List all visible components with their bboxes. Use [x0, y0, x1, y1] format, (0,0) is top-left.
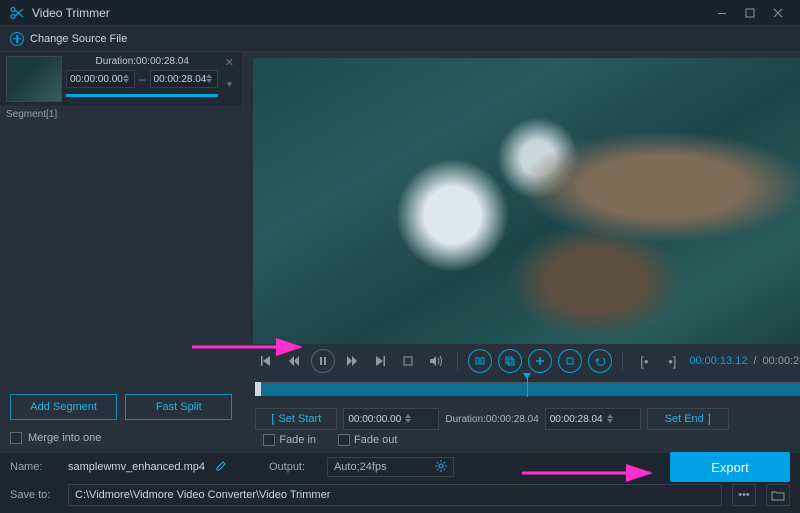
name-value: samplewmv_enhanced.mp4	[68, 461, 205, 473]
step-down-icon[interactable]	[123, 79, 131, 84]
maximize-button[interactable]	[736, 3, 764, 23]
start-end-row: [Set Start 00:00:00.00 Duration:00:00:28…	[253, 404, 800, 434]
prev-frame-icon[interactable]	[283, 350, 305, 372]
saveto-label: Save to:	[10, 489, 62, 501]
segment-row[interactable]: Duration:00:00:28.04 00:00:00.00 – 00:00…	[0, 52, 242, 107]
skip-start-icon[interactable]	[255, 350, 277, 372]
play-pause-button[interactable]	[311, 349, 335, 373]
delete-segment-icon[interactable]	[558, 349, 582, 373]
step-down-icon[interactable]	[206, 79, 214, 84]
segment-progress	[66, 94, 218, 97]
merge-into-one-checkbox[interactable]: Merge into one	[0, 428, 242, 452]
segment-label: Segment[1]	[0, 107, 242, 122]
output-label: Output:	[269, 461, 313, 473]
segments-panel: Duration:00:00:28.04 00:00:00.00 – 00:00…	[0, 52, 243, 452]
fade-in-checkbox[interactable]: Fade in	[263, 434, 316, 446]
app-title: Video Trimmer	[32, 6, 110, 20]
edit-name-icon[interactable]	[215, 460, 227, 475]
scissors-icon	[8, 4, 26, 22]
current-time: 00:00:13.12	[689, 355, 747, 367]
fade-out-checkbox[interactable]: Fade out	[338, 434, 397, 446]
bracket-out-icon[interactable]: •]	[661, 350, 683, 372]
volume-icon[interactable]	[425, 350, 447, 372]
open-folder-button[interactable]	[766, 484, 790, 506]
minimize-button[interactable]	[708, 3, 736, 23]
start-time-input[interactable]: 00:00:00.00	[343, 408, 439, 430]
timeline-track[interactable]	[255, 382, 800, 396]
merge-label: Merge into one	[28, 432, 101, 444]
gear-icon[interactable]	[435, 460, 447, 475]
undo-icon[interactable]	[588, 349, 612, 373]
close-button[interactable]	[764, 3, 792, 23]
next-frame-icon[interactable]	[341, 350, 363, 372]
checkbox-icon	[10, 432, 22, 444]
set-start-button[interactable]: [Set Start	[255, 408, 337, 430]
checkbox-icon	[263, 434, 275, 446]
step-down-icon[interactable]	[405, 419, 413, 424]
footer: Name: samplewmv_enhanced.mp4 Output: Aut…	[0, 452, 800, 509]
export-button[interactable]: Export	[670, 452, 790, 482]
skip-end-icon[interactable]	[369, 350, 391, 372]
stop-icon[interactable]	[397, 350, 419, 372]
saveto-input[interactable]: C:\Vidmore\Vidmore Video Converter\Video…	[68, 484, 722, 506]
output-selector[interactable]: Auto;24fps	[327, 457, 454, 477]
trim-left-handle[interactable]	[255, 382, 261, 396]
browse-button[interactable]: •••	[732, 484, 756, 506]
split-tool-icon[interactable]	[468, 349, 492, 373]
title-bar: Video Trimmer	[0, 0, 800, 26]
output-value: Auto;24fps	[334, 461, 387, 473]
end-time-input[interactable]: 00:00:28.04	[545, 408, 641, 430]
playhead[interactable]	[527, 375, 528, 397]
step-down-icon[interactable]	[607, 419, 615, 424]
timeline[interactable]	[253, 378, 800, 404]
checkbox-icon	[338, 434, 350, 446]
change-source-label: Change Source File	[30, 33, 127, 45]
fast-split-button[interactable]: Fast Split	[125, 394, 232, 420]
chevron-down-icon[interactable]: ▾	[227, 79, 232, 90]
plus-circle-icon	[10, 32, 24, 46]
copy-segment-icon[interactable]	[498, 349, 522, 373]
duration-label: Duration:00:00:28.04	[445, 414, 538, 425]
change-source-row[interactable]: Change Source File	[0, 26, 800, 52]
total-time: 00:00:28.04	[763, 355, 800, 367]
range-dash: –	[139, 72, 146, 86]
segment-duration: Duration:00:00:28.04	[66, 56, 218, 67]
segment-start-input[interactable]: 00:00:00.00	[66, 70, 135, 88]
remove-segment-icon[interactable]: ✕	[225, 56, 234, 69]
segment-thumbnail	[6, 56, 62, 102]
add-segment-button[interactable]: Add Segment	[10, 394, 117, 420]
set-end-button[interactable]: Set End]	[647, 408, 729, 430]
add-marker-icon[interactable]	[528, 349, 552, 373]
segment-end-input[interactable]: 00:00:28.04	[150, 70, 219, 88]
bracket-in-icon[interactable]: [•	[633, 350, 655, 372]
name-label: Name:	[10, 461, 62, 473]
video-preview	[253, 58, 800, 344]
